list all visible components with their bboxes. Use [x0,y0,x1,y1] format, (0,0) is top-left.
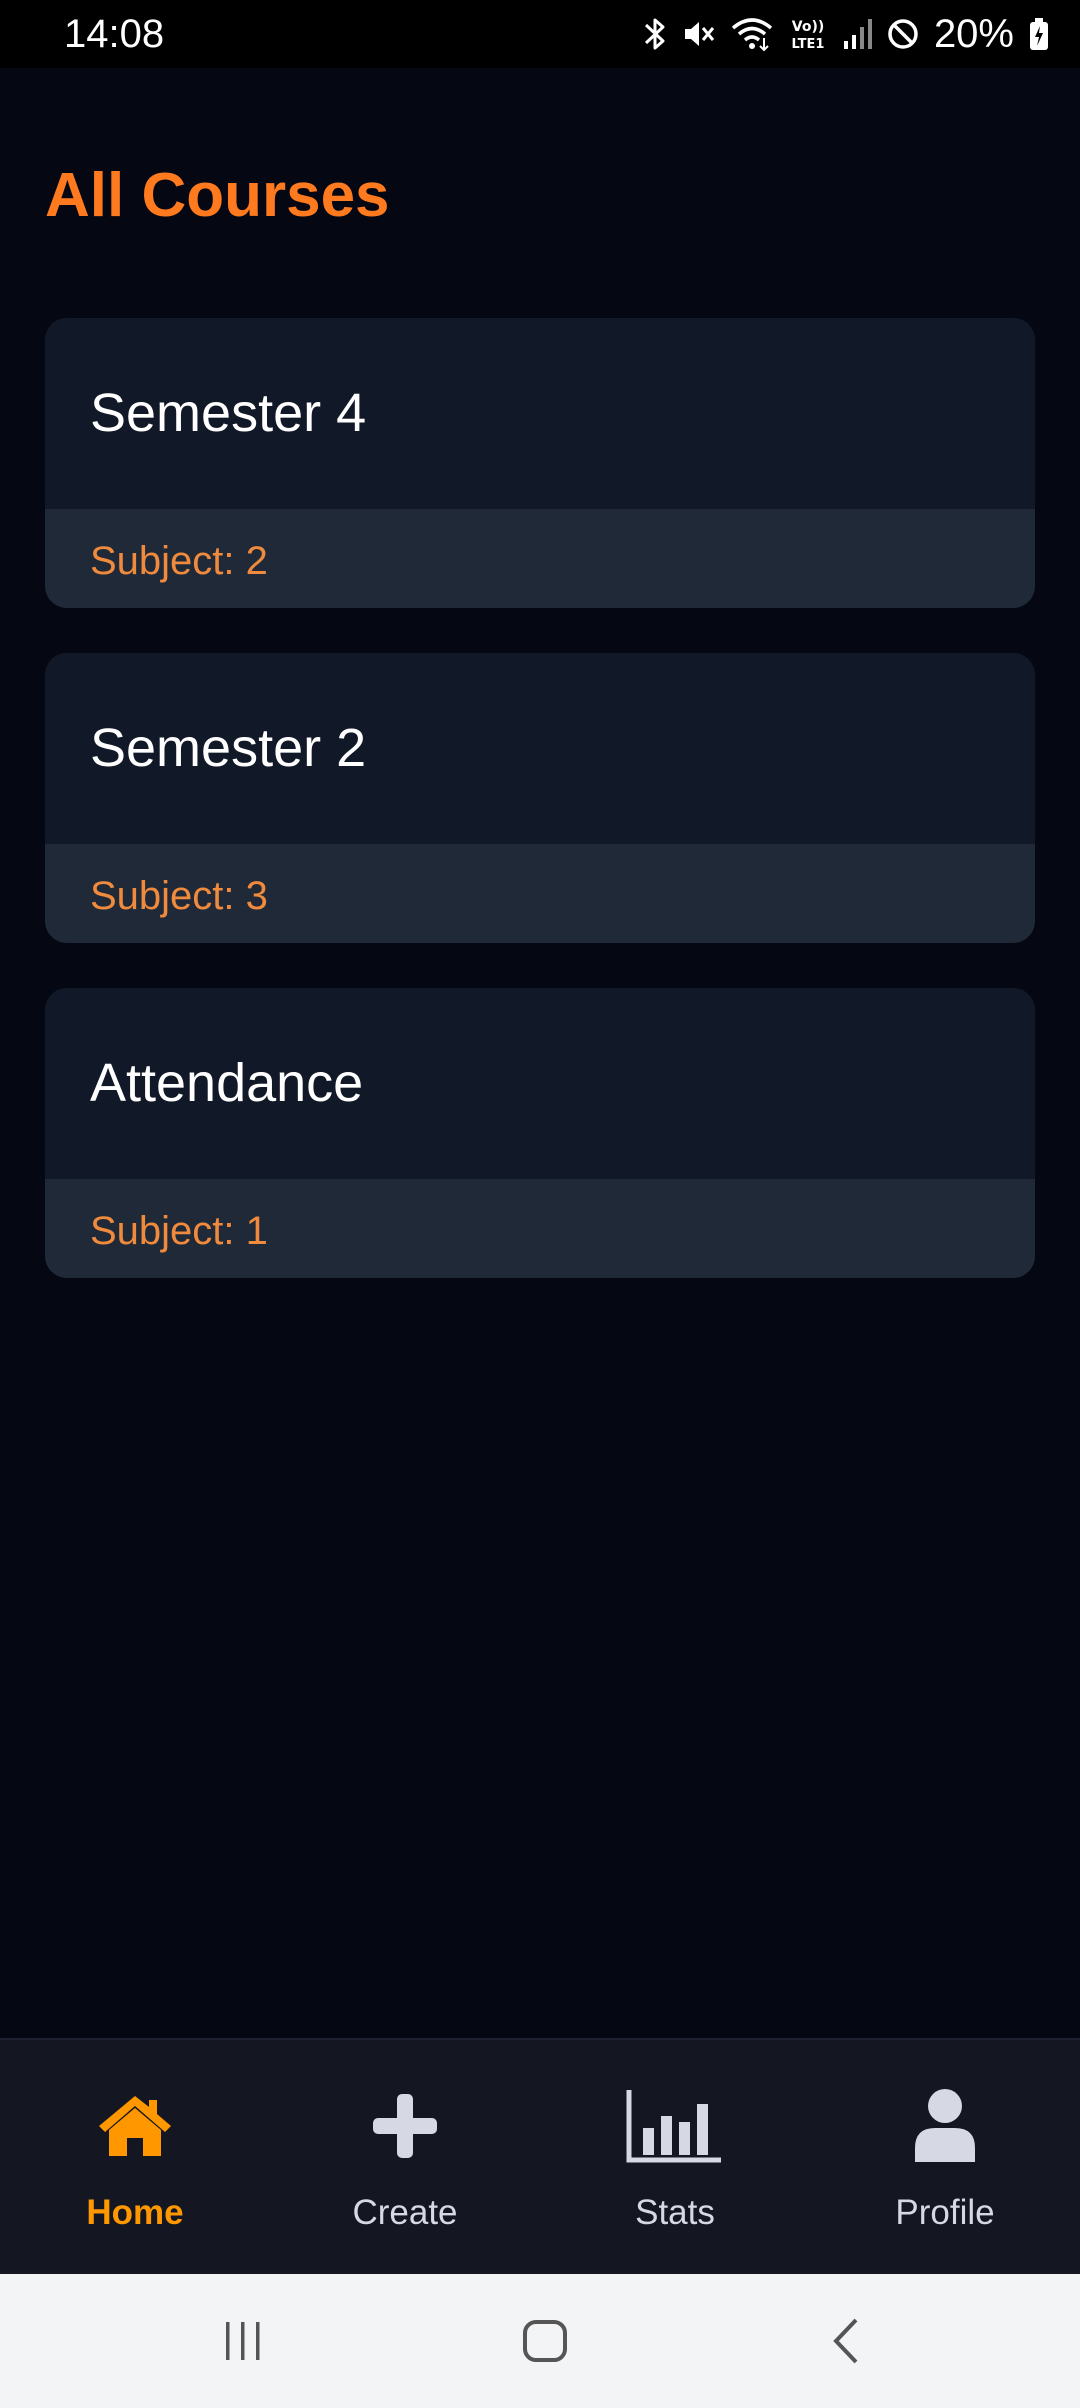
nav-item-profile[interactable]: Profile [810,2040,1080,2276]
svg-text:LTE1: LTE1 [791,37,824,52]
nav-label-stats: Stats [635,2193,715,2232]
app-screen: 14:08 Vo)) LTE1 20% All Courses Semester… [0,0,1080,2408]
course-subject-count: Subject: 3 [90,874,268,918]
home-icon [85,2086,185,2166]
page-title: All Courses [45,161,390,230]
nav-label-create: Create [352,2193,458,2232]
course-card[interactable]: Attendance Subject: 1 [45,988,1035,1278]
battery-charging-icon [1028,17,1050,51]
nav-item-stats[interactable]: Stats [540,2040,810,2276]
course-card[interactable]: Semester 2 Subject: 3 [45,653,1035,943]
bottom-nav: Home Create Stats Profile [0,2038,1080,2276]
nav-label-home: Home [86,2193,184,2232]
course-card-header: Semester 2 [45,653,1035,844]
course-card-footer: Subject: 3 [45,844,1035,943]
status-bar: 14:08 Vo)) LTE1 20% [0,0,1080,68]
plus-icon [355,2086,455,2166]
course-card-header: Attendance [45,988,1035,1179]
do-not-disturb-icon [886,17,920,51]
course-subject-count: Subject: 1 [90,1209,268,1253]
home-button-icon[interactable] [500,2304,590,2378]
system-nav-bar [0,2274,1080,2408]
battery-percent: 20% [933,12,1014,56]
nav-item-create[interactable]: Create [270,2040,540,2276]
user-icon [895,2086,995,2166]
mute-icon [682,17,716,51]
course-card[interactable]: Semester 4 Subject: 2 [45,318,1035,608]
nav-label-profile: Profile [895,2193,995,2232]
course-card-footer: Subject: 1 [45,1179,1035,1278]
wifi-icon [730,16,774,52]
status-icons: Vo)) LTE1 20% [642,10,1050,58]
svg-text:Vo)): Vo)) [792,19,824,35]
bar-chart-icon [625,2086,725,2166]
nav-item-home[interactable]: Home [0,2040,270,2276]
course-subject-count: Subject: 2 [90,539,268,583]
course-card-footer: Subject: 2 [45,509,1035,608]
course-name: Semester 2 [90,718,367,778]
back-icon[interactable] [802,2304,892,2378]
course-list: Semester 4 Subject: 2 Semester 2 Subject… [45,318,1035,1323]
signal-icon [842,17,872,51]
recent-apps-icon[interactable] [198,2304,288,2378]
bluetooth-icon [642,16,668,52]
status-time: 14:08 [64,12,165,56]
course-name: Semester 4 [90,383,367,443]
course-card-header: Semester 4 [45,318,1035,509]
course-name: Attendance [90,1053,364,1113]
volte-icon: Vo)) LTE1 [788,16,828,52]
